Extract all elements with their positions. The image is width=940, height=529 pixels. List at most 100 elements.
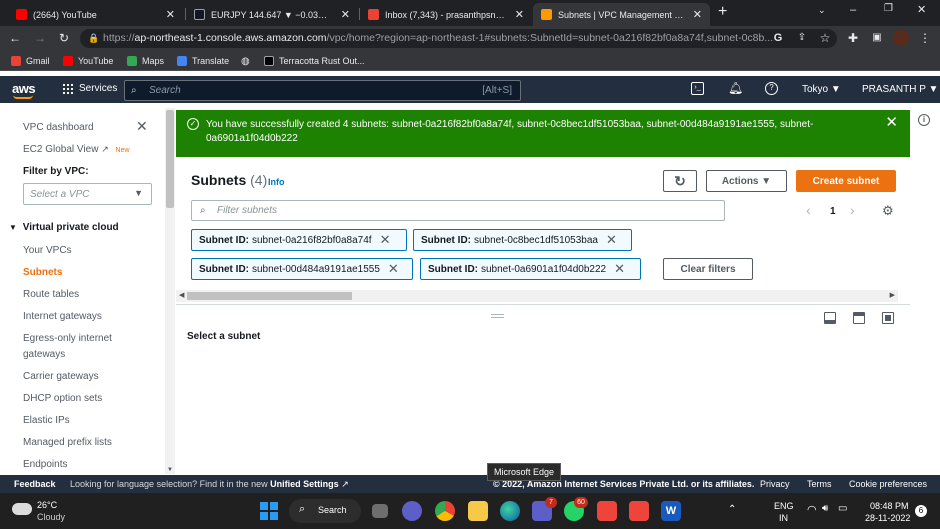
sidebar-item-egress-only-internet-gateways-line2[interactable]: gateways: [23, 349, 65, 360]
sidebar-item-subnets[interactable]: Subnets: [23, 267, 62, 278]
current-page[interactable]: 1: [830, 206, 836, 217]
aws-logo[interactable]: aws: [12, 81, 36, 96]
region-selector[interactable]: Tokyo ▼: [802, 84, 841, 95]
forward-icon[interactable]: →: [33, 31, 47, 45]
anydesk-icon[interactable]: [597, 501, 617, 521]
back-icon[interactable]: ←: [8, 31, 22, 45]
bookmark-terracotta[interactable]: Terracotta Rust Out...: [264, 54, 365, 68]
cookie-preferences-link[interactable]: Cookie preferences: [849, 479, 927, 489]
section-virtual-private-cloud[interactable]: ▼ Virtual private cloud: [9, 222, 119, 233]
prev-page-icon[interactable]: ‹: [806, 202, 811, 218]
tab-eurjpy[interactable]: EURJPY 144.647 ▼ −0.03% Unna ✕: [186, 3, 358, 26]
weather-cloud-icon[interactable]: [12, 503, 32, 515]
volume-icon[interactable]: 🔊︎: [822, 503, 828, 514]
sidebar-item-egress-only-internet-gateways[interactable]: Egress-only internet: [23, 333, 112, 344]
task-view-icon[interactable]: [372, 504, 388, 518]
clock-time[interactable]: 08:48 PM: [870, 501, 909, 511]
sidebar-item-internet-gateways[interactable]: Internet gateways: [23, 311, 102, 322]
restore-icon[interactable]: ❐: [884, 3, 893, 14]
file-explorer-icon[interactable]: [468, 501, 488, 521]
split-full-icon[interactable]: [882, 312, 894, 324]
chrome-icon[interactable]: [435, 501, 455, 521]
clock-date[interactable]: 28-11-2022: [865, 513, 910, 523]
bookmark-globe[interactable]: ◍: [241, 54, 250, 68]
remove-token-icon[interactable]: ✕: [388, 261, 399, 277]
close-tab-icon[interactable]: ✕: [515, 8, 524, 21]
minimize-icon[interactable]: –: [850, 4, 856, 16]
sidepanel-icon[interactable]: ▣: [870, 31, 884, 45]
feedback-link[interactable]: Feedback: [14, 479, 56, 489]
scroll-down-arrow-icon[interactable]: ▼: [167, 467, 173, 473]
wifi-icon[interactable]: ◠: [807, 503, 817, 516]
windows-start-icon[interactable]: [260, 502, 278, 520]
resize-handle-icon[interactable]: [491, 314, 504, 318]
close-tab-icon[interactable]: ✕: [166, 8, 175, 21]
actions-dropdown-button[interactable]: Actions ▼: [706, 170, 787, 192]
reload-icon[interactable]: ↻: [57, 31, 71, 45]
anydesk-icon-2[interactable]: [629, 501, 649, 521]
sidebar-scrollbar[interactable]: ▼: [165, 108, 175, 474]
scrollbar-thumb[interactable]: [166, 110, 174, 208]
share-icon[interactable]: ⇪: [795, 31, 809, 45]
remove-token-icon[interactable]: ✕: [380, 232, 391, 248]
address-bar[interactable]: 🔒 https://ap-northeast-1.console.aws.ama…: [80, 29, 837, 48]
bookmark-youtube[interactable]: YouTube: [63, 54, 113, 68]
menu-kebab-icon[interactable]: ⋮: [918, 31, 932, 45]
refresh-button[interactable]: ↻: [663, 170, 697, 192]
weather-temp[interactable]: 26°C: [37, 500, 57, 510]
sidebar-item-your-vpcs[interactable]: Your VPCs: [23, 245, 72, 256]
notifications-bell-icon[interactable]: 🔔︎: [728, 81, 743, 95]
sidebar-item-route-tables[interactable]: Route tables: [23, 289, 79, 300]
bookmark-maps[interactable]: Maps: [127, 54, 164, 68]
filter-subnets-input[interactable]: ⌕ Filter subnets: [191, 200, 725, 221]
services-menu[interactable]: Services: [62, 83, 117, 94]
remove-token-icon[interactable]: ✕: [614, 261, 625, 277]
close-tab-icon[interactable]: ✕: [693, 8, 702, 21]
sidebar-item-managed-prefix-lists[interactable]: Managed prefix lists: [23, 437, 112, 448]
cloudshell-icon[interactable]: ›_: [691, 82, 704, 95]
close-window-icon[interactable]: ✕: [917, 3, 926, 16]
clear-filters-button[interactable]: Clear filters: [663, 258, 753, 280]
close-sidebar-icon[interactable]: ✕: [136, 118, 148, 135]
privacy-link[interactable]: Privacy: [760, 479, 790, 489]
bookmark-gmail[interactable]: Gmail: [11, 54, 50, 68]
table-horizontal-scrollbar[interactable]: ◀ ▶: [176, 290, 898, 302]
google-icon[interactable]: G: [771, 31, 785, 45]
aws-search-input[interactable]: ⌕ Search [Alt+S]: [124, 80, 521, 101]
language-indicator[interactable]: ENG: [774, 501, 794, 511]
word-icon[interactable]: W: [661, 501, 681, 521]
info-link[interactable]: Info: [268, 177, 285, 187]
sidebar-item-dhcp-option-sets[interactable]: DHCP option sets: [23, 393, 102, 404]
scroll-left-arrow-icon[interactable]: ◀: [179, 290, 184, 302]
sidebar-item-vpc-dashboard[interactable]: VPC dashboard: [23, 122, 94, 133]
edge-icon[interactable]: [500, 501, 520, 521]
bookmark-translate[interactable]: Translate: [177, 54, 229, 68]
show-hidden-icons-icon[interactable]: ⌃: [728, 504, 736, 515]
scrollbar-thumb[interactable]: [187, 292, 352, 300]
unified-settings-link[interactable]: Unified Settings: [270, 479, 339, 489]
new-tab-button[interactable]: +: [718, 3, 727, 21]
split-side-icon[interactable]: [853, 312, 865, 324]
remove-token-icon[interactable]: ✕: [606, 232, 617, 248]
terms-link[interactable]: Terms: [807, 479, 832, 489]
tab-gmail-inbox[interactable]: Inbox (7,343) - prasanthpsn007@ ✕: [360, 3, 532, 26]
extensions-icon[interactable]: ✚: [846, 31, 860, 45]
taskbar-search-box[interactable]: ⌕ Search: [289, 499, 361, 523]
language-region[interactable]: IN: [779, 513, 788, 523]
tab-search-icon[interactable]: ⌄: [818, 5, 826, 16]
split-bottom-icon[interactable]: [824, 312, 836, 324]
scroll-right-arrow-icon[interactable]: ▶: [890, 290, 895, 302]
profile-avatar[interactable]: [893, 30, 909, 46]
sidebar-item-ec2-global-view[interactable]: EC2 Global View ↗ New: [23, 144, 130, 155]
sidebar-item-carrier-gateways[interactable]: Carrier gateways: [23, 371, 99, 382]
sidebar-item-elastic-ips[interactable]: Elastic IPs: [23, 415, 70, 426]
close-tab-icon[interactable]: ✕: [341, 8, 350, 21]
info-panel-icon[interactable]: i: [918, 114, 930, 126]
bookmark-star-icon[interactable]: ☆: [818, 31, 832, 45]
tab-youtube[interactable]: (2664) YouTube ✕: [8, 3, 183, 26]
account-menu[interactable]: PRASANTH P ▼: [862, 84, 938, 95]
tab-subnets[interactable]: Subnets | VPC Management Con ✕: [533, 3, 710, 26]
notification-count-badge[interactable]: 6: [915, 505, 927, 517]
battery-icon[interactable]: ▭: [838, 503, 847, 514]
help-icon[interactable]: ?: [765, 82, 778, 95]
